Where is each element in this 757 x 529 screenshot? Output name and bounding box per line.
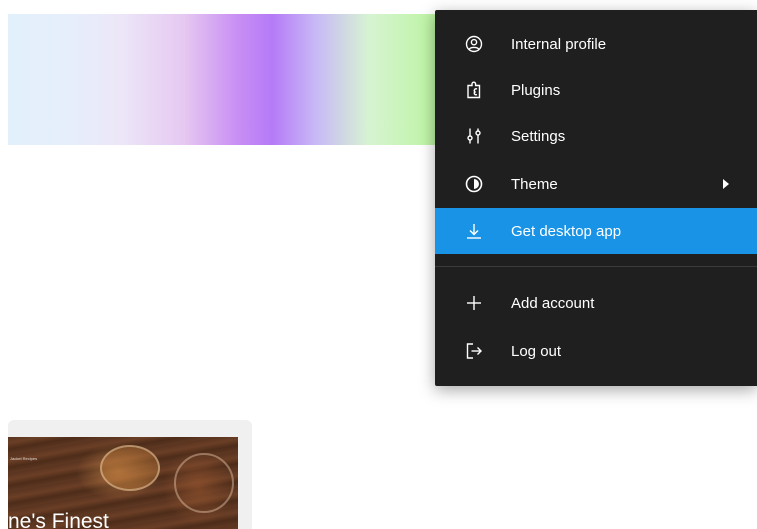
menu-item-log-out[interactable]: Log out xyxy=(435,328,757,374)
file-card[interactable]: Jacket Recipes ne's Finest xyxy=(8,420,252,529)
download-icon xyxy=(465,222,483,240)
page: Jacket Recipes ne's Finest Internal prof… xyxy=(0,0,757,529)
menu-item-theme[interactable]: Theme xyxy=(435,161,757,207)
menu-item-label: Get desktop app xyxy=(511,222,622,240)
menu-item-label: Plugins xyxy=(511,81,561,99)
glass-image-detail xyxy=(100,445,160,491)
menu-item-get-desktop-app[interactable]: Get desktop app xyxy=(435,208,757,254)
menu-item-plugins[interactable]: Plugins xyxy=(435,67,757,113)
thumbnail-nav-text: Jacket Recipes xyxy=(10,456,38,461)
menu-divider xyxy=(435,266,757,267)
logout-icon xyxy=(465,342,483,360)
menu-item-label: Add account xyxy=(511,294,595,312)
user-circle-icon xyxy=(465,35,483,53)
menu-item-label: Log out xyxy=(511,342,562,360)
sliders-icon xyxy=(465,127,483,145)
glass-image-detail xyxy=(174,453,234,513)
menu-item-add-account[interactable]: Add account xyxy=(435,280,757,326)
theme-icon xyxy=(465,175,483,193)
menu-item-label: Settings xyxy=(511,127,566,145)
menu-item-settings[interactable]: Settings xyxy=(435,113,757,159)
file-thumbnail: Jacket Recipes ne's Finest xyxy=(8,437,238,529)
menu-item-internal-profile[interactable]: Internal profile xyxy=(435,21,757,67)
account-dropdown-menu: Internal profile Plugins Settings Theme … xyxy=(435,10,757,386)
puzzle-icon xyxy=(465,81,483,99)
thumbnail-title: ne's Finest xyxy=(8,510,109,529)
gradient-banner xyxy=(8,14,448,145)
plus-icon xyxy=(465,294,483,312)
menu-item-label: Internal profile xyxy=(511,35,607,53)
menu-item-label: Theme xyxy=(511,175,558,193)
chevron-right-icon xyxy=(723,179,729,189)
